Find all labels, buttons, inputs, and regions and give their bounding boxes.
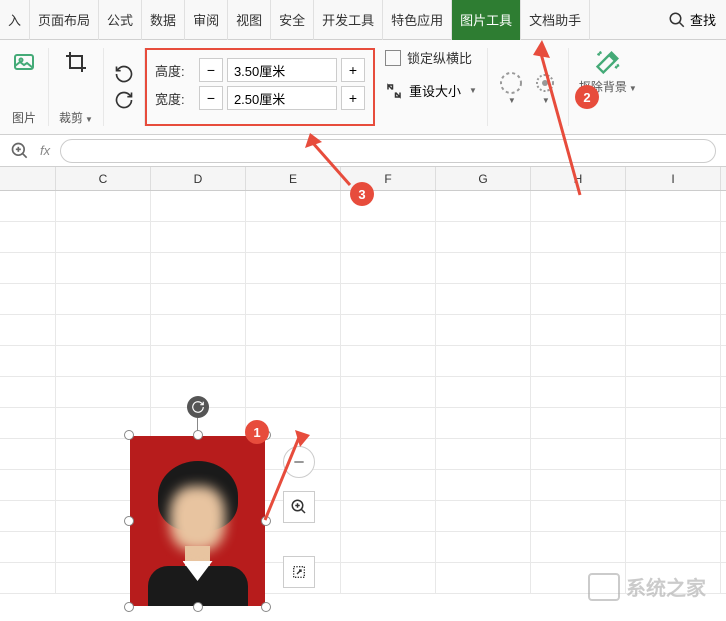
picture-icon [10,48,38,76]
menu-tab-layout[interactable]: 页面布局 [30,0,99,40]
ribbon: 图片 裁剪▼ 高度: − + 宽度: − + 锁定纵横比 重设大小 [0,40,726,135]
lock-aspect-label: 锁定纵横比 [407,48,472,67]
lock-aspect-checkbox[interactable] [385,50,401,66]
col-header-i[interactable]: I [626,167,721,190]
ribbon-group-reset: 锁定纵横比 重设大小 ▼ [375,48,487,126]
ribbon-group-rotate[interactable] [104,48,145,126]
col-header-blank[interactable] [0,167,56,190]
resize-handle-bl[interactable] [124,602,134,612]
name-box-zoom-icon[interactable] [10,141,30,161]
float-expand-button[interactable] [283,556,315,588]
selected-photo[interactable] [130,436,265,606]
arrow-1 [260,425,310,525]
rotate-icon [191,400,205,414]
size-controls: 高度: − + 宽度: − + [145,48,375,126]
height-plus-button[interactable]: + [341,58,365,82]
lock-aspect-row[interactable]: 锁定纵横比 [385,48,477,67]
height-label: 高度: [155,61,195,80]
style-option-1[interactable]: ▼ [498,70,524,105]
resize-handle-ml[interactable] [124,516,134,526]
photo-content [130,436,265,606]
dropdown-arrow-icon: ▼ [508,96,516,105]
resize-handle-tm[interactable] [193,430,203,440]
menu-tab-devtools[interactable]: 开发工具 [314,0,383,40]
menu-tab-security[interactable]: 安全 [271,0,314,40]
dashed-circle-icon [498,70,524,96]
resize-handle-br[interactable] [261,602,271,612]
menu-tab-view[interactable]: 视图 [228,0,271,40]
width-minus-button[interactable]: − [199,86,223,110]
ribbon-crop-label: 裁剪▼ [59,109,93,126]
height-row: 高度: − + [155,58,365,82]
reset-size-label: 重设大小 [409,81,461,100]
menu-tab-picture-tools[interactable]: 图片工具 [452,0,521,40]
width-label: 宽度: [155,89,195,108]
menu-tab-insert[interactable]: 入 [0,0,30,40]
col-header-g[interactable]: G [436,167,531,190]
rotate-handle[interactable] [187,396,209,418]
width-row: 宽度: − + [155,86,365,110]
ribbon-group-crop[interactable]: 裁剪▼ [49,48,104,126]
dropdown-arrow-icon: ▼ [469,86,477,95]
menu-tab-data[interactable]: 数据 [142,0,185,40]
rotate-left-icon [114,64,134,84]
height-input[interactable] [227,58,337,82]
ribbon-pic-label: 图片 [12,109,36,126]
reset-size-button[interactable]: 重设大小 ▼ [385,81,477,100]
dropdown-arrow-icon: ▼ [85,115,93,124]
menu-tab-review[interactable]: 审阅 [185,0,228,40]
arrow-2 [530,40,590,200]
watermark-text: 系统之家 [626,572,706,601]
menu-tab-formula[interactable]: 公式 [99,0,142,40]
reset-icon [385,82,403,100]
width-input[interactable] [227,86,337,110]
fx-label: fx [40,143,50,158]
menu-bar: 入 页面布局 公式 数据 审阅 视图 安全 开发工具 特色应用 图片工具 文档助… [0,0,726,40]
search-label: 查找 [690,10,716,29]
col-header-d[interactable]: D [151,167,246,190]
height-minus-button[interactable]: − [199,58,223,82]
annotation-1: 1 [245,420,269,444]
crop-icon [62,48,90,76]
resize-handle-bm[interactable] [193,602,203,612]
annotation-3: 3 [350,182,374,206]
magic-wand-icon [594,48,622,76]
watermark: 系统之家 [588,572,706,601]
expand-icon [291,564,307,580]
menu-tab-doc-helper[interactable]: 文档助手 [521,0,590,40]
rotate-right-icon [114,90,134,110]
col-header-c[interactable]: C [56,167,151,190]
person-silhouette [148,451,248,606]
arrow-3 [300,130,360,190]
spreadsheet-grid[interactable] [0,191,726,621]
search-icon [668,11,686,29]
resize-handle-tl[interactable] [124,430,134,440]
ribbon-group-pic[interactable]: 图片 [0,48,49,126]
formula-bar: fx [0,135,726,167]
search-area[interactable]: 查找 [658,10,726,29]
watermark-icon [588,573,620,601]
menu-tab-apps[interactable]: 特色应用 [383,0,452,40]
annotation-2: 2 [575,85,599,109]
formula-input[interactable] [60,139,716,163]
width-plus-button[interactable]: + [341,86,365,110]
